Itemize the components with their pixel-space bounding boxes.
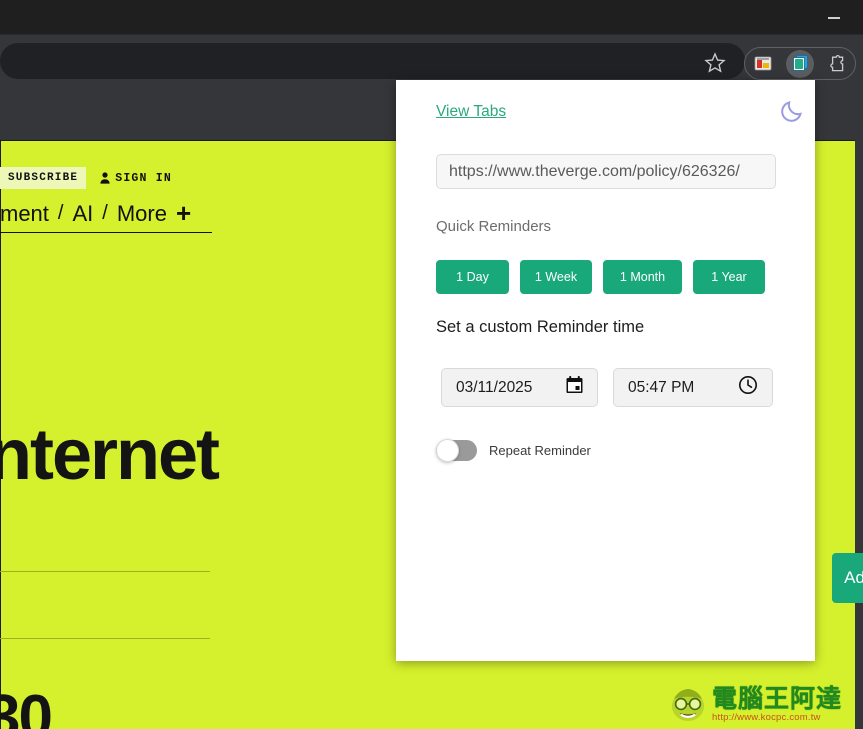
- plus-icon[interactable]: +: [176, 200, 191, 226]
- repeat-reminder-label: Repeat Reminder: [489, 443, 591, 458]
- view-tabs-link[interactable]: View Tabs: [436, 103, 506, 121]
- tab-reminder-popup: View Tabs https://www.theverge.com/polic…: [396, 80, 863, 661]
- clock-icon[interactable]: [738, 375, 758, 400]
- subscribe-button[interactable]: SUBSCRIBE: [0, 167, 87, 189]
- watermark-text: 電腦王阿達 http://www.kocpc.com.tw: [712, 687, 842, 723]
- address-bar[interactable]: [0, 43, 745, 79]
- repeat-reminder-toggle[interactable]: [436, 439, 477, 462]
- bookmark-star-icon[interactable]: [703, 51, 727, 75]
- verge-account-bar: SUBSCRIBE SIGN IN: [0, 165, 215, 191]
- article-rule-1: [0, 571, 210, 572]
- quick-reminder-1-month[interactable]: 1 Month: [603, 260, 682, 294]
- article-rule-2: [0, 638, 210, 639]
- site-sign-in-label: SIGN IN: [115, 171, 172, 185]
- watermark-brand: 電腦王阿達: [712, 685, 843, 714]
- add-reminder-button[interactable]: Add Reminder: [832, 553, 863, 603]
- custom-time-label: Set a custom Reminder time: [436, 318, 645, 336]
- time-value: 05:47 PM: [628, 378, 695, 396]
- quick-reminders-label: Quick Reminders: [436, 218, 552, 235]
- extensions-pill: [744, 47, 856, 80]
- date-value: 03/11/2025: [456, 378, 533, 396]
- watermark-url: http://www.kocpc.com.tw: [712, 712, 821, 724]
- quick-reminder-1-year[interactable]: 1 Year: [693, 260, 765, 294]
- quick-reminder-1-week[interactable]: 1 Week: [520, 260, 592, 294]
- verge-nav: ment / AI / More +: [0, 199, 212, 233]
- tab-reminder-extension-icon[interactable]: [785, 49, 814, 78]
- watermark: 電腦王阿達 http://www.kocpc.com.tw: [668, 684, 854, 726]
- nav-item-ai[interactable]: AI: [72, 201, 93, 227]
- datetime-row: 03/11/2025 05:47 PM: [441, 368, 773, 407]
- article-headline: nternet: [0, 415, 220, 495]
- repeat-reminder-row: Repeat Reminder: [436, 439, 591, 462]
- url-input[interactable]: https://www.theverge.com/policy/626326/: [436, 154, 776, 189]
- site-sign-in-link[interactable]: SIGN IN: [100, 172, 172, 185]
- date-input[interactable]: 03/11/2025: [441, 368, 598, 407]
- calendar-icon[interactable]: [566, 376, 583, 399]
- window-minimize-button[interactable]: [819, 10, 849, 26]
- screenshot-root: SUBSCRIBE SIGN IN ment / AI / More + nte…: [0, 0, 863, 729]
- window-titlebar: [0, 0, 863, 34]
- minimize-icon: [828, 17, 840, 19]
- nav-item-ment[interactable]: ment: [0, 201, 49, 227]
- toggle-knob: [436, 439, 459, 462]
- time-input[interactable]: 05:47 PM: [613, 368, 773, 407]
- nav-separator-1: /: [57, 202, 64, 224]
- quick-reminder-1-day[interactable]: 1 Day: [436, 260, 509, 294]
- article-big-number: 30: [0, 683, 53, 729]
- extensions-puzzle-icon[interactable]: [823, 50, 851, 78]
- screenshot-extension-icon[interactable]: [749, 50, 777, 78]
- nav-item-more[interactable]: More: [117, 201, 167, 227]
- nav-separator-2: /: [102, 202, 108, 224]
- watermark-mascot-icon: [672, 689, 704, 721]
- person-icon: [100, 172, 110, 184]
- browser-toolbar: [0, 34, 863, 86]
- quick-reminders-row: 1 Day 1 Week 1 Month 1 Year: [436, 260, 765, 294]
- moon-icon[interactable]: [779, 96, 807, 124]
